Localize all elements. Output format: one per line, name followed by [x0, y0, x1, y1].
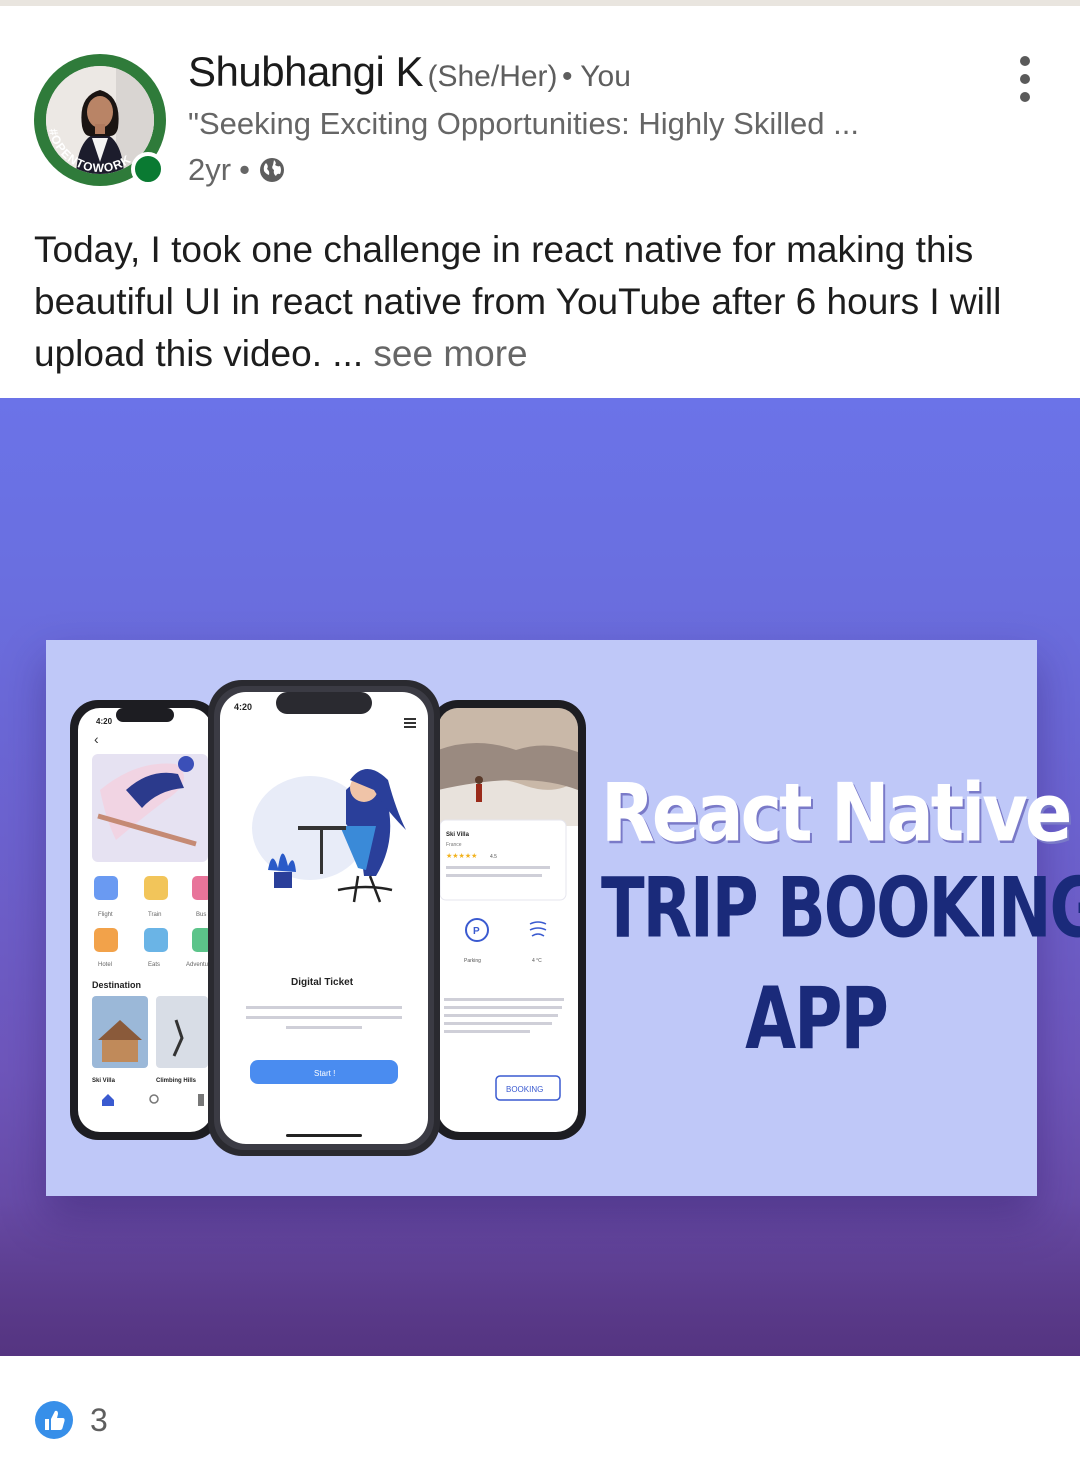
phone-left-category: Hotel [98, 962, 112, 968]
dot-icon [1020, 74, 1030, 84]
thumbnail-title-line1: React Native [601, 765, 1072, 861]
badge-text: #OPENTOWORK [46, 127, 133, 175]
phone-right-button: BOOKING [506, 1085, 543, 1094]
online-status-dot [131, 152, 165, 186]
dot-icon [1020, 92, 1030, 102]
phone-left-category: Flight [98, 912, 113, 918]
post-header: #OPENTOWORK Shubhangi K (She/Her) • You … [0, 6, 1080, 206]
svg-text:★★★★★: ★★★★★ [446, 852, 477, 860]
phone-left-category: Train [148, 912, 161, 918]
author-name-line: Shubhangi K (She/Her) • You [188, 48, 631, 96]
see-more-link[interactable]: see more [373, 333, 527, 374]
phone-left-card: Climbing Hills [156, 1078, 197, 1084]
post-meta: 2yr • [188, 152, 286, 188]
phone-left: 4:20 ‹ Flight Train Bus Hotel Eats Adven… [70, 700, 220, 1140]
phone-center-time: 4:20 [234, 702, 252, 712]
svg-text:P: P [473, 926, 480, 937]
phone-left-time: 4:20 [96, 717, 113, 726]
phone-left-card: Ski Villa [92, 1078, 116, 1084]
svg-text:‹: ‹ [94, 731, 99, 747]
phone-center-title: Digital Ticket [291, 977, 354, 988]
post-time: 2yr [188, 152, 232, 187]
reactions-bar[interactable]: 3 [34, 1392, 108, 1448]
phone-right-rating: 4.5 [490, 854, 497, 860]
phone-right-feature: Parking [464, 958, 481, 964]
post-image[interactable]: 4:20 ‹ Flight Train Bus Hotel Eats Adven… [0, 398, 1080, 1356]
meta-separator: • [239, 152, 250, 187]
phone-right-temperature: 4 °C [532, 958, 542, 964]
phone-center-button: Start ! [314, 1069, 335, 1078]
phone-right-place: Ski Villa [446, 832, 470, 838]
phone-center: 4:20 Digital Ticket Start ! [208, 680, 440, 1156]
thumbnail-title-line3: APP [745, 968, 889, 1069]
reaction-count: 3 [90, 1401, 108, 1438]
phone-left-section: Destination [92, 980, 141, 990]
media-shade [0, 1198, 1080, 1356]
globe-icon [259, 158, 284, 182]
svg-text:#OPENTOWORK: #OPENTOWORK [46, 127, 134, 175]
dot-icon [1020, 56, 1030, 66]
video-thumbnail: 4:20 ‹ Flight Train Bus Hotel Eats Adven… [46, 640, 1080, 1196]
phone-right-region: France [446, 842, 462, 848]
like-icon [35, 1401, 73, 1439]
phone-right: Ski Villa France ★★★★★ 4.5 P Parking 4 °… [430, 700, 586, 1140]
phone-left-category: Bus [196, 912, 206, 918]
thumbnail-title-line2: TRIP BOOKING [601, 860, 1080, 958]
author-headline: "Seeking Exciting Opportunities: Highly … [188, 106, 859, 141]
connection-degree: • You [562, 60, 631, 93]
author-pronouns: (She/Her) [427, 60, 558, 93]
post-body: Today, I took one challenge in react nat… [34, 224, 1044, 380]
author-name[interactable]: Shubhangi K [188, 48, 424, 95]
phone-left-category: Eats [148, 962, 160, 968]
more-options-button[interactable] [1004, 56, 1046, 102]
